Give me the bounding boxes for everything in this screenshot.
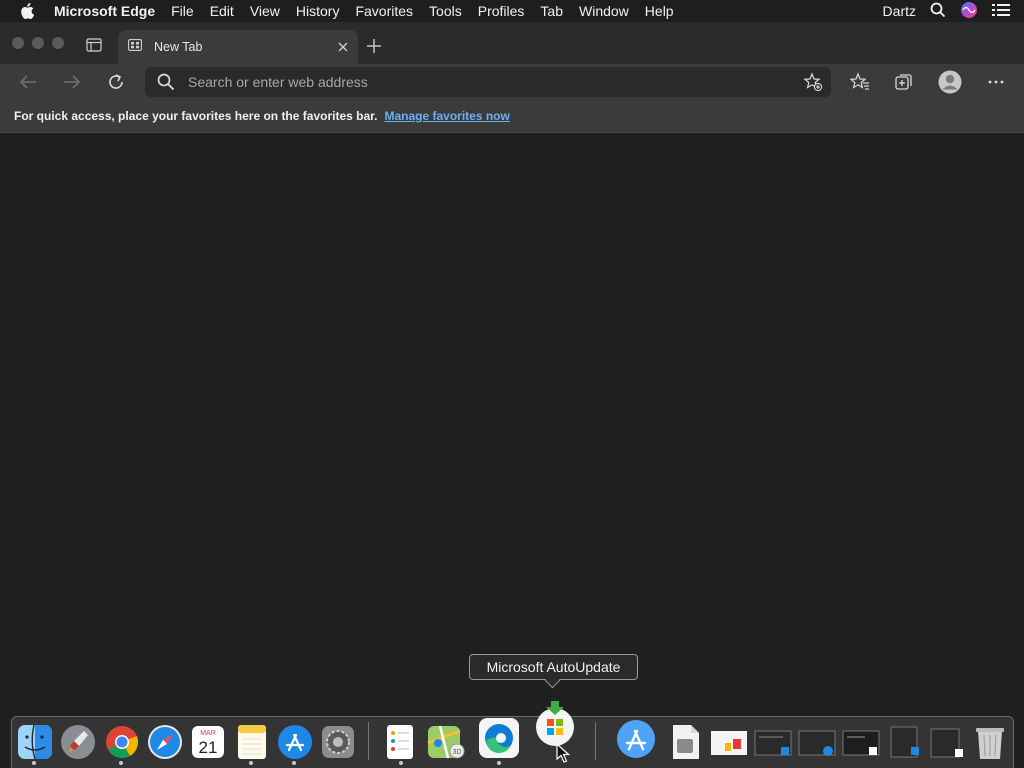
- page-content[interactable]: [0, 134, 1024, 714]
- menu-history[interactable]: History: [288, 0, 348, 22]
- tab-new-tab[interactable]: New Tab: [118, 30, 358, 64]
- autoupdate-icon[interactable]: [534, 701, 576, 747]
- running-indicator: [119, 761, 123, 765]
- menu-profiles[interactable]: Profiles: [470, 0, 533, 22]
- refresh-icon[interactable]: [106, 72, 126, 92]
- svg-text:MAR: MAR: [200, 730, 216, 737]
- reminders-icon[interactable]: [382, 723, 418, 761]
- minimized-window-thumbnail[interactable]: [927, 723, 967, 761]
- menu-view[interactable]: View: [242, 0, 288, 22]
- menu-help[interactable]: Help: [637, 0, 682, 22]
- safari-icon[interactable]: [147, 723, 183, 761]
- running-indicator: [399, 761, 403, 765]
- minimized-window-thumbnail[interactable]: [753, 723, 793, 761]
- control-center-icon[interactable]: [992, 3, 1010, 20]
- menu-window[interactable]: Window: [571, 0, 637, 22]
- maps-icon[interactable]: 3D: [426, 723, 465, 761]
- favorites-bar: For quick access, place your favorites h…: [0, 100, 1024, 133]
- dock-separator: [595, 722, 596, 760]
- tab-strip: New Tab: [0, 22, 1024, 64]
- running-indicator: [497, 761, 501, 765]
- menu-edit[interactable]: Edit: [202, 0, 242, 22]
- new-tab-button[interactable]: [366, 38, 382, 54]
- menu-tools[interactable]: Tools: [421, 0, 470, 22]
- app-store-icon[interactable]: [277, 723, 313, 761]
- close-window-button[interactable]: [12, 37, 24, 49]
- back-arrow-icon[interactable]: [18, 72, 38, 92]
- zoom-window-button[interactable]: [52, 37, 64, 49]
- manage-favorites-link[interactable]: Manage favorites now: [384, 109, 509, 123]
- trash-icon[interactable]: [972, 723, 1008, 761]
- running-indicator: [292, 761, 296, 765]
- calendar-icon[interactable]: MAR 21: [190, 723, 226, 761]
- address-placeholder: Search or enter web address: [188, 74, 368, 90]
- search-icon: [157, 73, 175, 91]
- profile-avatar-icon[interactable]: [938, 70, 962, 94]
- dock-separator: [368, 722, 369, 760]
- launchpad-icon[interactable]: [60, 723, 96, 761]
- address-bar[interactable]: Search or enter web address: [145, 67, 831, 97]
- window-controls: [12, 37, 64, 49]
- system-preferences-icon[interactable]: [320, 723, 356, 761]
- svg-text:3D: 3D: [453, 749, 462, 756]
- menu-app-name[interactable]: Microsoft Edge: [54, 0, 163, 22]
- dock-tooltip: Microsoft AutoUpdate: [469, 654, 638, 680]
- forward-arrow-icon[interactable]: [62, 72, 82, 92]
- minimized-window-thumbnail[interactable]: [885, 723, 925, 761]
- add-favorite-star-icon[interactable]: [803, 72, 823, 92]
- tab-actions-icon[interactable]: [86, 38, 102, 52]
- svg-text:21: 21: [199, 738, 218, 757]
- minimized-window-thumbnail[interactable]: [797, 723, 837, 761]
- notes-icon[interactable]: [234, 723, 270, 761]
- downloads-icon[interactable]: [667, 723, 703, 761]
- running-indicator: [32, 761, 36, 765]
- close-tab-icon[interactable]: [336, 40, 350, 54]
- mouse-pointer-icon: [556, 742, 571, 763]
- menu-bar: Microsoft Edge File Edit View History Fa…: [0, 0, 1024, 22]
- menu-tab[interactable]: Tab: [532, 0, 571, 22]
- apple-icon[interactable]: [16, 0, 38, 22]
- edge-icon[interactable]: [478, 717, 520, 761]
- siri-icon[interactable]: [960, 1, 978, 22]
- navigation-toolbar: Search or enter web address: [0, 64, 1024, 100]
- tooltip-text: Microsoft AutoUpdate: [486, 659, 621, 675]
- menubar-user-name[interactable]: Dartz: [883, 3, 916, 19]
- chrome-icon[interactable]: [104, 723, 140, 761]
- favorites-bar-message: For quick access, place your favorites h…: [14, 109, 378, 123]
- minimized-window-thumbnail[interactable]: [841, 723, 881, 761]
- new-tab-page-icon: [128, 38, 142, 56]
- collections-icon[interactable]: [894, 72, 914, 92]
- spotlight-search-icon[interactable]: [930, 2, 946, 21]
- tab-title: New Tab: [154, 40, 203, 54]
- menu-favorites[interactable]: Favorites: [347, 0, 421, 22]
- favorites-icon[interactable]: [849, 72, 870, 92]
- dock: MAR 21 3D: [11, 701, 1014, 768]
- minimize-window-button[interactable]: [32, 37, 44, 49]
- settings-more-icon[interactable]: [986, 72, 1006, 92]
- applications-folder-icon[interactable]: [616, 717, 656, 759]
- running-indicator: [249, 761, 253, 765]
- finder-icon[interactable]: [17, 723, 53, 761]
- minimized-window-thumbnail[interactable]: [709, 723, 749, 761]
- menu-file[interactable]: File: [163, 0, 202, 22]
